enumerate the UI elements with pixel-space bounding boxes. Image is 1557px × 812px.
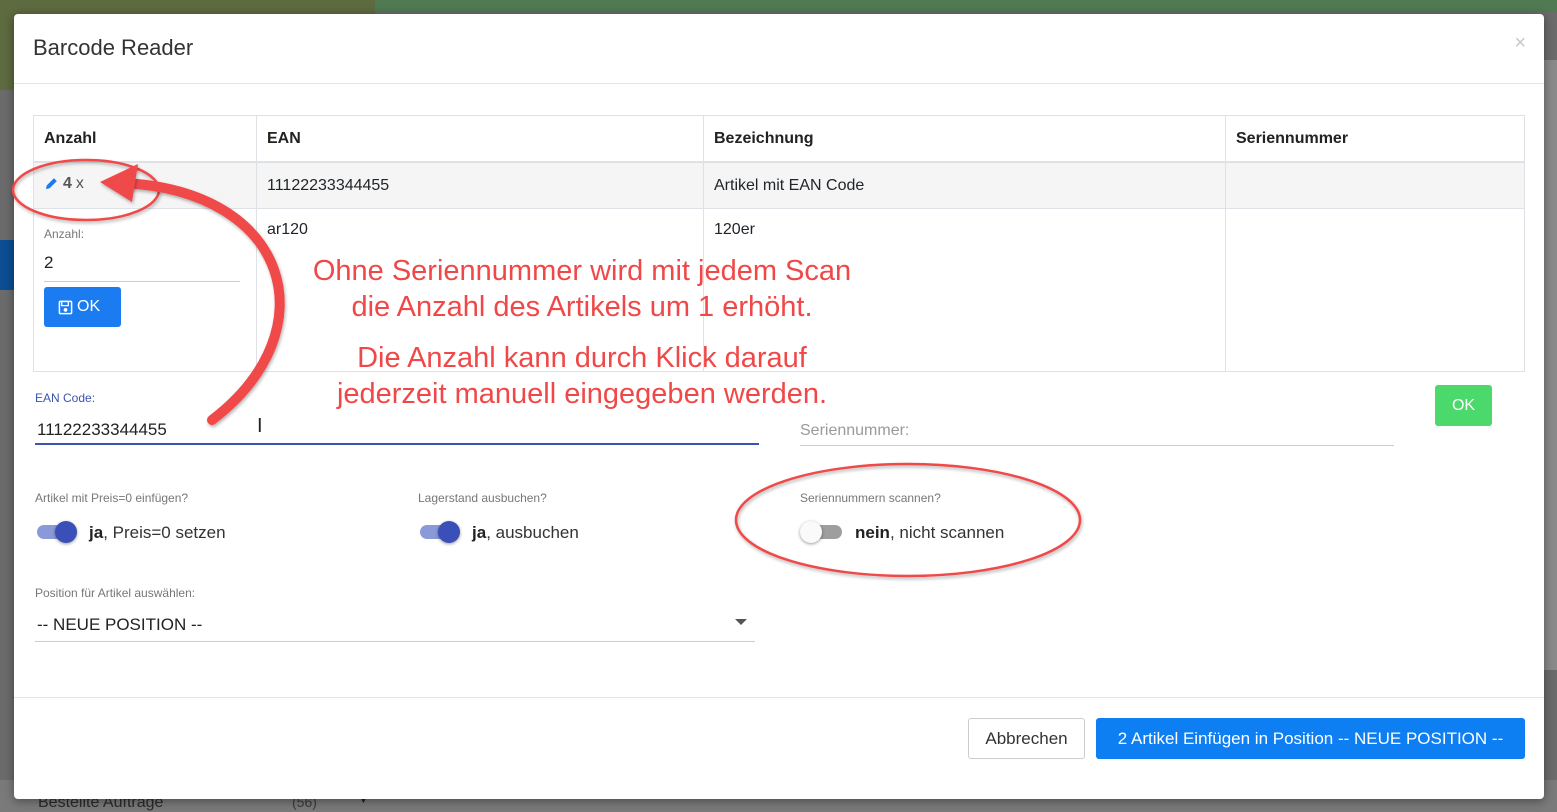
qty-value: 4 <box>63 174 72 192</box>
header-bezeichnung: Bezeichnung <box>703 115 1226 163</box>
qty-cell: 4x <box>33 161 257 209</box>
header-anzahl: Anzahl <box>33 115 257 163</box>
annotation-text-serial: Ohne Seriennummer wird mit jedem Scan di… <box>282 253 882 325</box>
ean-input[interactable] <box>35 417 759 445</box>
annotation-text-manual-line1: Die Anzahl kann durch Klick darauf <box>357 342 807 374</box>
close-icon[interactable]: × <box>1514 32 1526 55</box>
caret-down-icon <box>735 619 747 625</box>
qty-edit-input[interactable]: 2 <box>44 253 240 282</box>
pencil-icon <box>45 177 58 190</box>
serial-cell <box>1225 161 1525 209</box>
background-header-right <box>375 0 1557 12</box>
qty-save-label: OK <box>77 298 101 315</box>
annotation-text-serial-line2: die Anzahl des Artikels um 1 erhöht. <box>351 291 813 323</box>
stock-state-text: , ausbuchen <box>486 523 579 542</box>
header-ean: EAN <box>256 115 704 163</box>
scan-serial-state: nein, nicht scannen <box>855 523 1004 543</box>
position-label: Position für Artikel auswählen: <box>35 586 196 600</box>
annotation-text-manual-line2: jederzeit manuell eingegeben werden. <box>336 378 828 410</box>
toggle-knob <box>438 521 460 543</box>
position-select[interactable]: -- NEUE POSITION -- <box>35 611 755 642</box>
cancel-button[interactable]: Abbrechen <box>968 718 1085 759</box>
qty-edit-trigger[interactable]: 4x <box>44 175 84 193</box>
insert-button[interactable]: 2 Artikel Einfügen in Position -- NEUE P… <box>1096 718 1525 759</box>
modal-header: Barcode Reader × <box>14 14 1544 84</box>
stock-label: Lagerstand ausbuchen? <box>418 491 547 505</box>
stock-state: ja, ausbuchen <box>472 523 579 543</box>
price-zero-state-bold: ja <box>89 523 104 542</box>
qty-edit-cell: Anzahl: 2 OK <box>33 208 257 372</box>
toggle-knob <box>800 521 822 543</box>
toggle-knob <box>55 521 77 543</box>
stock-toggle[interactable] <box>418 521 464 543</box>
header-seriennummer: Seriennummer <box>1225 115 1525 163</box>
scan-serial-toggle[interactable] <box>800 521 846 543</box>
items-table: Anzahl EAN Bezeichnung Seriennummer 4x 1… <box>33 115 1525 372</box>
scan-serial-label: Seriennummern scannen? <box>800 491 941 505</box>
qty-suffix: x <box>75 174 84 192</box>
price-zero-toggle[interactable] <box>35 521 81 543</box>
modal-title: Barcode Reader <box>33 35 194 60</box>
stock-state-bold: ja <box>472 523 487 542</box>
ean-label: EAN Code: <box>35 391 96 405</box>
scan-serial-state-bold: nein <box>855 523 890 542</box>
price-zero-state-text: , Preis=0 setzen <box>103 523 226 542</box>
text-cursor-icon: I <box>257 415 263 437</box>
price-zero-label: Artikel mit Preis=0 einfügen? <box>35 491 189 505</box>
save-icon <box>58 300 73 314</box>
price-zero-state: ja, Preis=0 setzen <box>89 523 226 543</box>
background-nav-highlight <box>0 240 14 290</box>
table-row: 4x 11122233344455 Artikel mit EAN Code <box>33 161 1525 209</box>
name-cell: Artikel mit EAN Code <box>703 161 1226 209</box>
serial-ok-button[interactable]: OK <box>1435 385 1492 426</box>
serial-cell <box>1225 208 1525 372</box>
scan-serial-state-text: , nicht scannen <box>889 523 1005 542</box>
annotation-text-manual: Die Anzahl kann durch Klick darauf jeder… <box>282 340 882 412</box>
background-scrollbar <box>1544 60 1557 670</box>
qty-save-button[interactable]: OK <box>44 287 121 327</box>
table-header-row: Anzahl EAN Bezeichnung Seriennummer <box>33 115 1525 163</box>
position-select-value: -- NEUE POSITION -- <box>37 615 203 634</box>
annotation-text-serial-line1: Ohne Seriennummer wird mit jedem Scan <box>312 255 852 287</box>
ean-cell: 11122233344455 <box>256 161 704 209</box>
qty-edit-label: Anzahl: <box>44 227 85 241</box>
serial-input[interactable] <box>800 417 1394 446</box>
